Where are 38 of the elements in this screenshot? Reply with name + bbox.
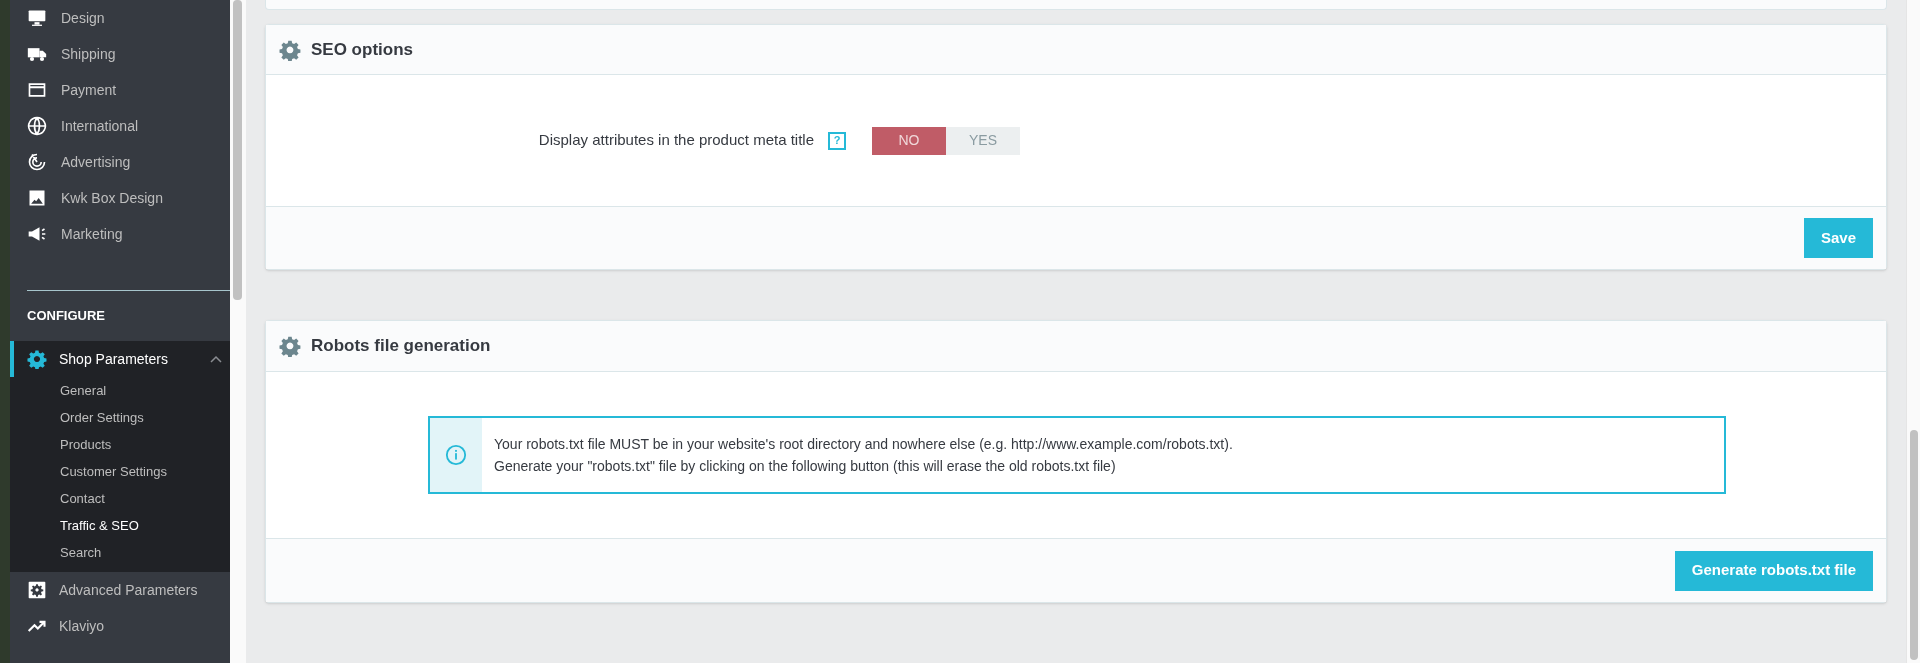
submenu-item[interactable]: Customer Settings bbox=[10, 458, 230, 485]
sidebar-item[interactable]: International bbox=[10, 108, 230, 144]
gear-box-icon bbox=[27, 580, 47, 600]
sidebar-item[interactable]: Advanced Parameters bbox=[10, 572, 230, 608]
sidebar-item[interactable]: Design bbox=[10, 0, 230, 36]
settings-icon bbox=[27, 349, 47, 369]
submenu-item[interactable]: Order Settings bbox=[10, 404, 230, 431]
megaphone-icon bbox=[27, 224, 47, 244]
monitor-icon bbox=[27, 8, 47, 28]
target-icon bbox=[27, 152, 47, 172]
yes-no-toggle[interactable]: NO YES bbox=[872, 126, 1020, 155]
sidebar-item[interactable]: Marketing bbox=[10, 216, 230, 252]
submenu-item[interactable]: Traffic & SEO bbox=[10, 512, 230, 539]
info-icon bbox=[445, 444, 467, 466]
sidebar-item[interactable]: Advertising bbox=[10, 144, 230, 180]
submenu-item[interactable]: Contact bbox=[10, 485, 230, 512]
sidebar-scrollbar[interactable] bbox=[233, 0, 242, 300]
submenu-item[interactable]: Search bbox=[10, 539, 230, 566]
sidebar-item[interactable]: Kwk Box Design bbox=[10, 180, 230, 216]
field-label: Display attributes in the product meta title bbox=[538, 130, 814, 151]
settings-icon bbox=[279, 335, 301, 357]
sidebar-item[interactable]: Payment bbox=[10, 72, 230, 108]
submenu-item[interactable]: General bbox=[10, 377, 230, 404]
toggle-option[interactable]: NO bbox=[872, 126, 946, 155]
info-text: Your robots.txt file MUST be in your website's root directory and nowhere else (e.g. http://www.example.com/robots.txt). bbox=[494, 435, 1233, 454]
page-scrollbar[interactable] bbox=[1910, 430, 1918, 660]
image-icon bbox=[27, 188, 47, 208]
panel-title: SEO options bbox=[311, 38, 413, 61]
info-text: Generate your "robots.txt" file by clicking on the following button (this will erase the old robots.txt file) bbox=[494, 457, 1117, 476]
sidebar-item[interactable]: Shipping bbox=[10, 36, 230, 72]
sidebar-item[interactable]: Klaviyo bbox=[10, 608, 230, 644]
chevron-up-icon[interactable] bbox=[210, 355, 222, 363]
section-title: CONFIGURE bbox=[26, 307, 106, 326]
credit-card-icon bbox=[27, 80, 47, 100]
panel-title: Robots file generation bbox=[311, 335, 491, 358]
globe-icon bbox=[27, 116, 47, 136]
settings-icon bbox=[279, 38, 301, 61]
submenu-item[interactable]: Products bbox=[10, 431, 230, 458]
